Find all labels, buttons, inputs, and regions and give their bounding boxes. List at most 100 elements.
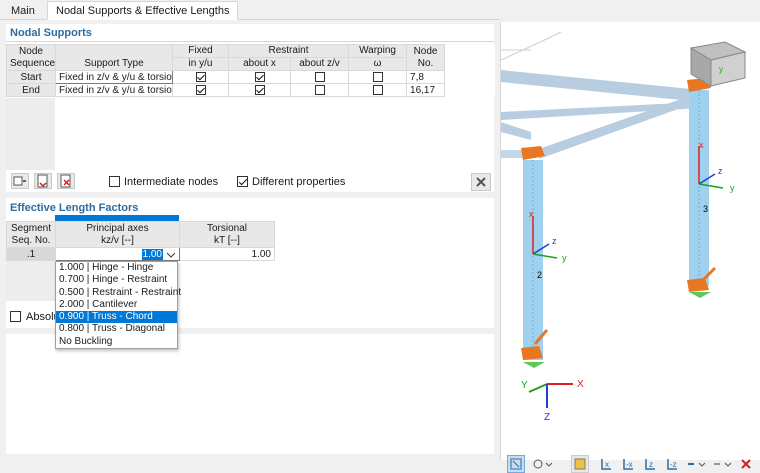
dropdown-option-selected[interactable]: 0.900 | Truss - Chord xyxy=(56,311,177,324)
svg-text:z: z xyxy=(718,166,723,176)
col-about-x: about x xyxy=(228,57,291,71)
global-axis-z: Z xyxy=(544,412,550,423)
kzv-combobox[interactable]: 1.00 xyxy=(55,247,180,261)
row-sequence: End xyxy=(6,83,56,97)
warping-checkbox[interactable] xyxy=(372,84,383,95)
node-no-cell[interactable]: 7,8 xyxy=(406,70,446,84)
svg-text:-z: -z xyxy=(670,460,677,469)
document-import-icon xyxy=(37,174,48,188)
layer-button[interactable] xyxy=(711,455,735,473)
beam xyxy=(501,70,701,102)
nodal-supports-table: Node Sequence Support Type Fixed Restrain… xyxy=(6,44,495,97)
view-cube-icon[interactable]: y xyxy=(689,41,747,87)
reset-view-button[interactable] xyxy=(737,455,755,473)
beam xyxy=(501,122,531,140)
svg-text:x: x xyxy=(605,460,609,469)
view-x-button[interactable]: x xyxy=(597,455,615,473)
col-about-zv: about z/v xyxy=(289,57,350,71)
display-options-button[interactable] xyxy=(531,455,555,473)
close-icon xyxy=(476,177,486,187)
member-label: 3 xyxy=(703,204,708,214)
warping-checkbox[interactable] xyxy=(372,71,383,82)
row-sequence: Start xyxy=(6,70,56,84)
member-label: 2 xyxy=(537,270,542,280)
tab-main[interactable]: Main xyxy=(2,1,44,20)
svg-text:-x: -x xyxy=(626,460,633,469)
intermediate-nodes-label: Intermediate nodes xyxy=(124,176,219,188)
support-type-cell[interactable]: Fixed in z/v & y/u & torsion xyxy=(55,70,173,84)
table-copy-icon xyxy=(13,176,26,186)
kt-cell[interactable]: 1.00 xyxy=(179,247,275,261)
global-axis-y: Y xyxy=(521,380,528,391)
dropdown-option[interactable]: 1.000 | Hinge - Hinge xyxy=(56,262,177,274)
tab-nodal-supports[interactable]: Nodal Supports & Effective Lengths xyxy=(47,1,239,20)
dropdown-option[interactable]: 0.500 | Restraint - Restraint xyxy=(56,287,181,299)
col-node-sequence: Node Sequence xyxy=(6,44,56,71)
table-row: .1 1.00 1.00 xyxy=(6,247,495,261)
clear-button[interactable] xyxy=(471,173,491,191)
chevron-down-icon[interactable] xyxy=(167,252,175,258)
iso-view-button[interactable] xyxy=(685,455,709,473)
table-row: Start Fixed in z/v & y/u & torsion 7,8 xyxy=(6,70,495,84)
dropdown-option[interactable]: 2.000 | Cantilever xyxy=(56,299,177,311)
dropdown-option[interactable]: 0.800 | Truss - Diagonal xyxy=(56,323,177,335)
segment-cell: .1 xyxy=(6,247,56,261)
about-x-checkbox[interactable] xyxy=(254,71,265,82)
bottom-panel xyxy=(6,334,494,454)
about-zv-checkbox[interactable] xyxy=(314,71,325,82)
axis-view-neg-z-icon: -z xyxy=(667,459,677,470)
copy-row-button[interactable] xyxy=(11,173,29,189)
axis-view-neg-x-icon: -x xyxy=(623,459,633,470)
fixed-yu-checkbox[interactable] xyxy=(195,71,206,82)
hinge-icon xyxy=(689,292,711,298)
about-x-checkbox[interactable] xyxy=(254,84,265,95)
model-3d-view[interactable]: x z y 2 x z y 3 X Y Z y x -x z -z xyxy=(500,22,760,473)
global-axis-x: X xyxy=(577,379,584,390)
kzv-dropdown-list[interactable]: 1.000 | Hinge - Hinge 0.700 | Hinge - Re… xyxy=(55,261,181,350)
col-principal-axes: Principal axes kz/v [--] xyxy=(55,221,180,248)
support-type-cell[interactable]: Fixed in z/v & y/u & torsion xyxy=(55,83,173,97)
col-fixed-yu: in y/u xyxy=(172,57,229,71)
node-no-cell[interactable]: 16,17 xyxy=(406,83,446,97)
different-properties-checkbox[interactable] xyxy=(237,176,248,187)
dropdown-option[interactable]: 0.700 | Hinge - Restraint xyxy=(56,274,177,286)
col-warping: Warping xyxy=(348,44,408,58)
render-button[interactable] xyxy=(571,455,589,473)
view-neg-z-button[interactable]: -z xyxy=(663,455,681,473)
different-properties-label: Different properties xyxy=(252,176,346,188)
fixed-yu-checkbox[interactable] xyxy=(195,84,206,95)
reset-view-icon xyxy=(741,459,751,469)
svg-text:z: z xyxy=(649,460,653,469)
hinge-icon xyxy=(523,362,545,368)
col-torsional: Torsional kT [--] xyxy=(179,221,275,248)
dropdown-option[interactable]: No Buckling xyxy=(56,336,177,348)
delete-row-button[interactable] xyxy=(57,173,75,189)
svg-text:x: x xyxy=(699,140,704,150)
intermediate-nodes-checkbox[interactable] xyxy=(109,176,120,187)
document-delete-icon xyxy=(60,174,71,188)
about-zv-checkbox[interactable] xyxy=(314,84,325,95)
import-button[interactable] xyxy=(34,173,52,189)
table-row: End Fixed in z/v & y/u & torsion 16,17 xyxy=(6,83,495,97)
view-z-button[interactable]: z xyxy=(641,455,659,473)
axis-view-z-icon: z xyxy=(645,459,655,470)
svg-text:y: y xyxy=(730,183,735,193)
col-segment: Segment Seq. No. xyxy=(6,221,56,248)
axis-label-y: y xyxy=(562,253,567,263)
col-node-no: Node No. xyxy=(406,44,446,71)
svg-text:y: y xyxy=(719,65,723,74)
tab-bar: Main Nodal Supports & Effective Lengths xyxy=(0,0,500,20)
effective-length-table: Segment Seq. No. Principal axes kz/v [--] … xyxy=(6,221,495,261)
col-support-type: Support Type xyxy=(55,44,173,71)
axis-view-x-icon: x xyxy=(601,459,611,470)
axis-label-z: z xyxy=(552,236,557,246)
col-warping-omega: ω xyxy=(348,57,408,71)
view-select-button[interactable] xyxy=(507,455,525,473)
col-restraint: Restraint xyxy=(227,44,350,58)
col-fixed: Fixed xyxy=(172,44,229,58)
beam xyxy=(536,92,706,159)
axis-label-x: x xyxy=(529,209,534,219)
view-neg-x-button[interactable]: -x xyxy=(619,455,637,473)
effective-length-title: Effective Length Factors xyxy=(10,202,139,214)
absolute-checkbox[interactable] xyxy=(10,311,21,322)
